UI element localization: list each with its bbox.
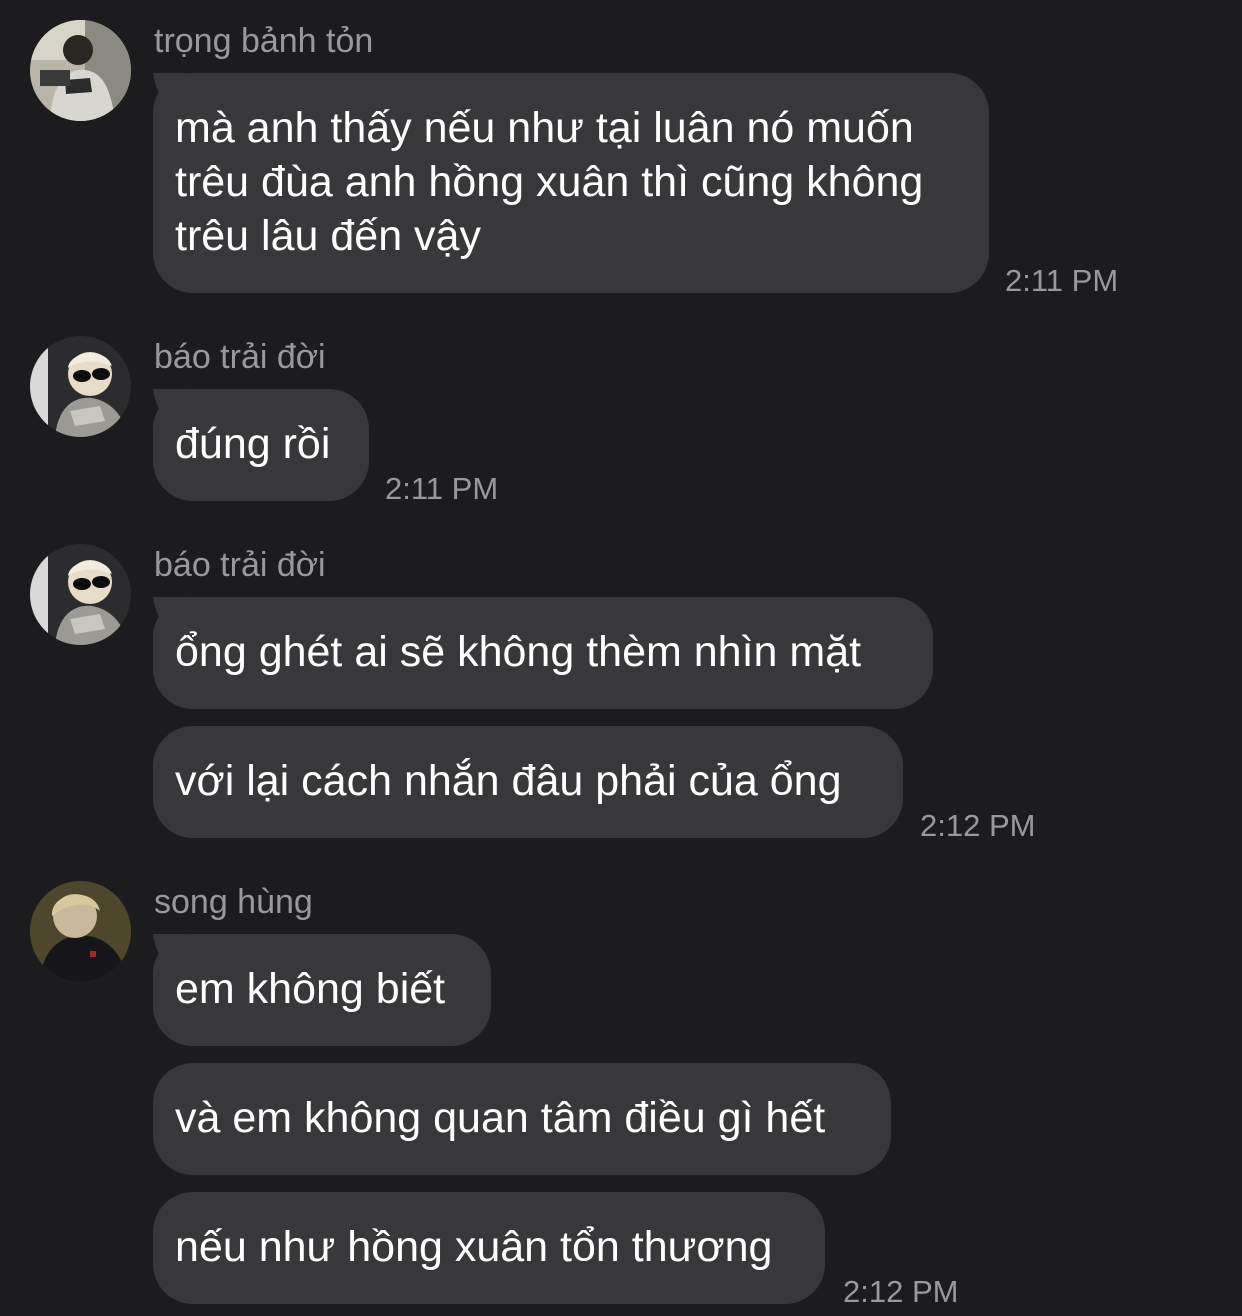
message-bubble[interactable]: nếu như hồng xuân tổn thương [153, 1192, 825, 1304]
message-bubble[interactable]: đúng rồi [153, 389, 369, 501]
avatar-song-hung[interactable] [30, 881, 131, 982]
message-text: và em không quan tâm điều gì hết [175, 1094, 826, 1142]
message-text: đúng rồi [175, 420, 331, 468]
message-timestamp: 2:11 PM [1005, 263, 1119, 298]
message-text: ổng ghét ai sẽ không thèm nhìn mặt [175, 628, 862, 676]
message-timestamp: 2:11 PM [385, 471, 499, 506]
avatar-bao-trai-doi[interactable] [30, 544, 131, 645]
sender-name: báo trải đời [154, 546, 326, 584]
avatar-bao-trai-doi[interactable] [30, 336, 131, 437]
message-text: em không biết [175, 965, 446, 1013]
sender-name: trọng bảnh tỏn [154, 22, 374, 60]
message-text: với lại cách nhắn đâu phải của ổng [175, 757, 842, 805]
message-bubble[interactable]: mà anh thấy nếu như tại luân nó muốn trê… [153, 73, 989, 293]
avatar-trong-banh-ton[interactable] [30, 20, 131, 121]
sender-name: báo trải đời [154, 338, 326, 376]
message-timestamp: 2:12 PM [843, 1274, 959, 1309]
message-bubble[interactable]: ổng ghét ai sẽ không thèm nhìn mặt [153, 597, 933, 709]
message-text: nếu như hồng xuân tổn thương [175, 1223, 773, 1271]
sender-name: song hùng [154, 883, 313, 921]
message-bubble[interactable]: với lại cách nhắn đâu phải của ổng [153, 726, 903, 838]
message-bubble[interactable]: em không biết [153, 934, 491, 1046]
message-text: mà anh thấy nếu như tại luân nó muốn trê… [175, 104, 924, 260]
message-bubble[interactable]: và em không quan tâm điều gì hết [153, 1063, 891, 1175]
message-timestamp: 2:12 PM [920, 808, 1036, 843]
